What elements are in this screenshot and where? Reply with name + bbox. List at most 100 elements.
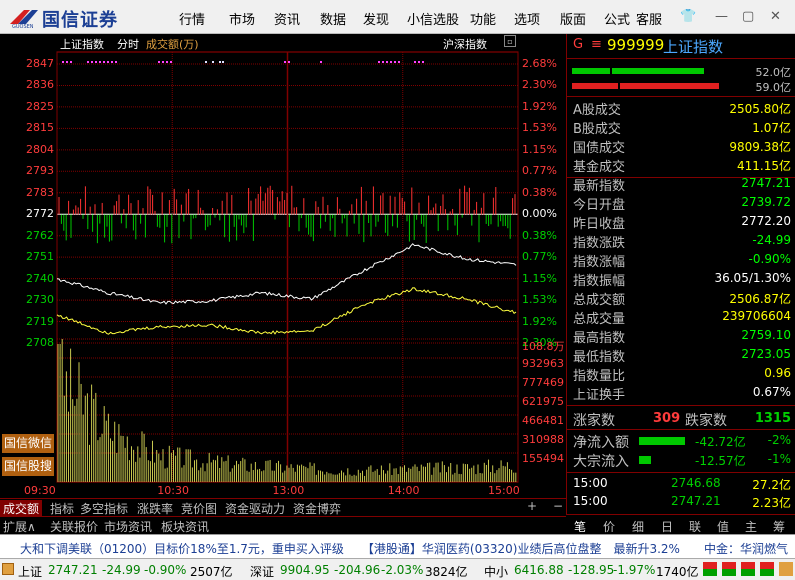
panel-row-value: 2723.05 xyxy=(741,347,791,361)
connection-icon[interactable] xyxy=(779,562,793,576)
tab-long-short[interactable]: 多空指标 xyxy=(80,500,128,517)
panel-row: 今日开盘 2739.72 xyxy=(571,193,791,213)
intraday-chart[interactable]: 上证指数 分时 成交额(万) 沪深指数 ▫ 2847 2836 2825 2815 28… xyxy=(0,34,566,498)
price-tick-label: 2740 xyxy=(26,271,54,285)
panel-row-value: 2505.80亿 xyxy=(729,102,791,116)
panel-row-label: 国债成交 xyxy=(573,141,626,156)
panel-row: B股成交 1.07亿 xyxy=(571,117,791,137)
percent-tick-label: 1.53% xyxy=(522,121,557,135)
menu-data[interactable]: 数据 xyxy=(320,9,346,28)
news-ticker[interactable]: 大和下调美联（01200）目标价18%至1.7元，重申买入评级 【港股通】华润医… xyxy=(0,534,795,558)
percent-tick-label: 0.38% xyxy=(522,228,557,242)
panel-name: 上证指数 xyxy=(663,38,724,56)
tab-main[interactable]: 主 xyxy=(745,518,757,535)
tab-capital-game[interactable]: 资金博弈 xyxy=(293,500,341,517)
event-marker xyxy=(394,61,396,63)
panel-row: 昨日收盘 2772.20 xyxy=(571,212,791,232)
time-tick-label: 15:00 xyxy=(488,484,520,497)
tab-value[interactable]: 值 xyxy=(717,518,729,535)
sh-change: -24.99 xyxy=(102,563,141,577)
zoom-out-icon[interactable]: − xyxy=(553,499,563,513)
chart-right-tab[interactable]: 沪深指数 xyxy=(443,36,487,52)
percent-tick-label: 1.15% xyxy=(522,142,557,156)
menu-discover[interactable]: 发现 xyxy=(363,9,389,28)
guosen-search-button[interactable]: 国信股搜 xyxy=(2,457,54,476)
panel-row-label: 基金成交 xyxy=(573,160,626,175)
menu-lines-icon[interactable]: ≡ xyxy=(591,37,602,52)
event-marker xyxy=(320,61,322,63)
ticker-text[interactable]: 大和下调美联（01200）目标价18%至1.7元，重申买入评级 【港股通】华润医… xyxy=(20,540,795,557)
panel-g-badge: G xyxy=(573,37,584,52)
panel-row-label: 最高指数 xyxy=(573,331,626,346)
tab-rise-fall[interactable]: 涨跌率 xyxy=(137,500,173,517)
panel-row-value: -24.99 xyxy=(752,233,791,247)
quote-panel: G ≡ 999999 上证指数 52.0亿 59.0亿 A股成交 2505.80亿… xyxy=(566,34,795,514)
chart-toggle-icon[interactable]: ▫ xyxy=(504,35,516,47)
guosen-wechat-button[interactable]: 国信微信 xyxy=(2,434,54,453)
tab-indicator[interactable]: 指标 xyxy=(50,500,74,517)
chart-metric[interactable]: 成交额(万) xyxy=(146,36,199,52)
price-tick-label: 2825 xyxy=(26,99,54,113)
tick-time: 15:00 xyxy=(573,476,608,490)
sh-percent: -0.90% xyxy=(144,563,187,577)
tab-chips[interactable]: 筹 xyxy=(773,518,785,535)
percent-tick-label: 2.30% xyxy=(522,78,557,92)
signal-icon[interactable] xyxy=(722,562,736,576)
signal-icon[interactable] xyxy=(703,562,717,576)
shirt-icon[interactable]: 👕 xyxy=(680,9,696,24)
sh-price: 2747.21 xyxy=(48,563,98,577)
panel-row-value: 36.05/1.30% xyxy=(714,271,791,285)
panel-row-label: 指数涨幅 xyxy=(573,255,626,270)
tab-daily[interactable]: 日 xyxy=(661,518,673,535)
panel-row-label: 总成交量 xyxy=(573,312,626,327)
menu-news[interactable]: 资讯 xyxy=(274,9,300,28)
tab-turnover[interactable]: 成交额 xyxy=(0,500,43,517)
menu-options[interactable]: 选项 xyxy=(514,9,540,28)
sh-amount: 2507亿 xyxy=(190,565,233,579)
tab-expand[interactable]: 扩展∧ xyxy=(3,518,36,535)
minimize-icon[interactable]: — xyxy=(715,9,728,24)
time-tick-label: 09:30 xyxy=(24,484,56,497)
menu-quotes[interactable]: 行情 xyxy=(179,9,205,28)
tab-trades[interactable]: 笔 xyxy=(574,518,586,535)
status-lock-icon[interactable] xyxy=(2,563,14,575)
panel-row-value: 2506.87亿 xyxy=(729,292,791,306)
tab-market-news[interactable]: 市场资讯 xyxy=(104,518,152,535)
panel-row: 指数振幅 36.05/1.30% xyxy=(571,269,791,289)
tab-related-quotes[interactable]: 关联报价 xyxy=(50,518,98,535)
time-tick-label: 13:00 xyxy=(272,484,305,497)
zoom-in-icon[interactable]: + xyxy=(527,499,537,513)
menu-functions[interactable]: 功能 xyxy=(470,9,496,28)
price-tick-label: 2708 xyxy=(26,336,54,349)
menu-market[interactable]: 市场 xyxy=(229,9,255,28)
tab-price[interactable]: 价 xyxy=(603,518,615,535)
panel-row-value: 2739.72 xyxy=(741,195,791,209)
tab-auction[interactable]: 竞价图 xyxy=(181,500,217,517)
chart-mode[interactable]: 分时 xyxy=(117,36,139,52)
tab-detail[interactable]: 细 xyxy=(632,518,644,535)
rise-label: 涨家数 xyxy=(573,413,615,429)
title-bar: 国信证券 GUOSEN 行情 市场 资讯 数据 发现 小信选股 功能 选项 版面… xyxy=(0,0,795,34)
menu-stock-picker[interactable]: 小信选股 xyxy=(407,9,459,28)
tab-capital-drive[interactable]: 资金驱动力 xyxy=(225,500,285,517)
panel-row-label: 指数涨跌 xyxy=(573,236,626,251)
signal-icon[interactable] xyxy=(741,562,755,576)
menu-layout[interactable]: 版面 xyxy=(560,9,586,28)
price-tick-label: 2751 xyxy=(26,250,54,264)
tab-linked[interactable]: 联 xyxy=(689,518,701,535)
close-icon[interactable]: ✕ xyxy=(770,9,781,24)
tab-sector-news[interactable]: 板块资讯 xyxy=(161,518,209,535)
signal-icon[interactable] xyxy=(760,562,774,576)
panel-row-value: 239706604 xyxy=(722,309,791,323)
menu-service[interactable]: 客服 xyxy=(636,9,662,28)
percent-tick-label: 1.92% xyxy=(522,99,557,113)
menu-formula[interactable]: 公式 xyxy=(604,9,630,28)
event-marker xyxy=(382,61,384,63)
price-tick-label: 2783 xyxy=(26,185,54,199)
maximize-icon[interactable]: ▢ xyxy=(742,9,754,24)
panel-row: A股成交 2505.80亿 xyxy=(571,98,791,118)
event-marker xyxy=(99,61,101,63)
tick-volume: 2.23亿 xyxy=(752,496,791,510)
brand-name: 国信证券 xyxy=(42,10,118,31)
sz-price: 9904.95 xyxy=(280,563,330,577)
